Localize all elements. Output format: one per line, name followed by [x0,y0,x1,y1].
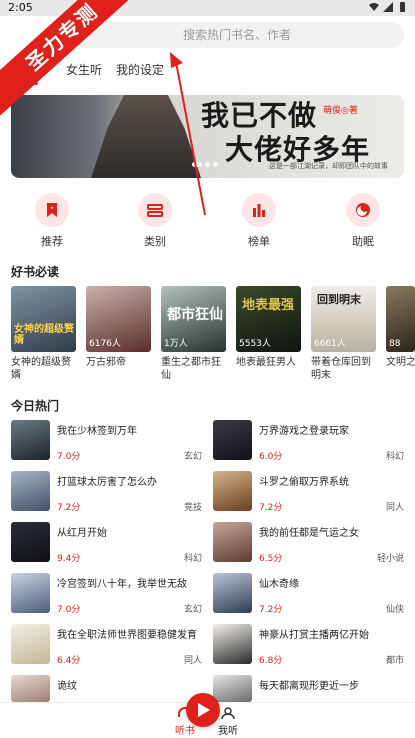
annotation-arrow [170,52,206,216]
